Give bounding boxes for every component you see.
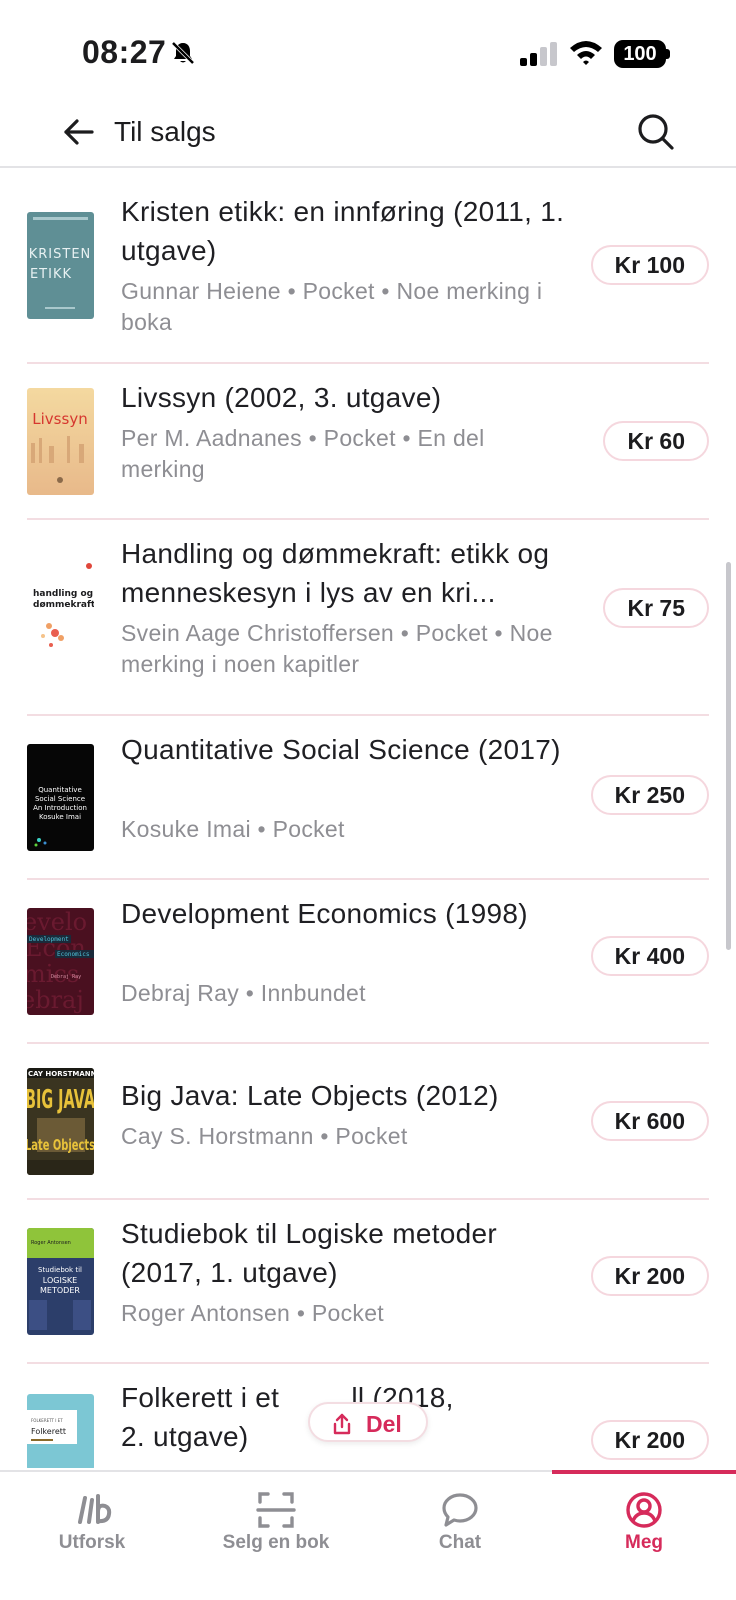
svg-text:Social Science: Social Science [35, 795, 85, 803]
svg-text:dømmekraft: dømmekraft [33, 600, 94, 610]
svg-text:Kosuke Imai: Kosuke Imai [39, 813, 81, 821]
share-icon [333, 1413, 351, 1435]
scrollbar[interactable] [726, 562, 731, 950]
book-title: Studiebok til Logiske metoder (2017, 1. … [121, 1218, 498, 1288]
book-cover: Roger Antonsen Studiebok til LOGISKE MET… [27, 1228, 94, 1335]
book-cover: FOLKERETT I ET Folkerett [27, 1394, 94, 1468]
svg-text:LOGISKE: LOGISKE [43, 1276, 77, 1285]
tab-label: Utforsk [58, 1532, 126, 1553]
svg-text:KRISTEN: KRISTEN [29, 247, 92, 262]
price-badge: Kr 200 [590, 1256, 709, 1296]
svg-text:METODER: METODER [40, 1286, 80, 1295]
svg-text:BIG JAVA: BIG JAVA [27, 1085, 94, 1115]
list-item[interactable]: evelo Econ mics ebraj Development Econom… [0, 880, 736, 1044]
price-badge: Kr 250 [590, 775, 709, 815]
price-badge: Kr 600 [590, 1101, 709, 1141]
price-badge: Kr 400 [590, 936, 709, 976]
svg-text:CAY HORSTMANN: CAY HORSTMANN [28, 1070, 94, 1078]
battery-icon: 100 [614, 40, 670, 68]
signal-icon [520, 42, 557, 66]
svg-text:ETIKK: ETIKK [30, 267, 72, 282]
share-label: Del [366, 1411, 402, 1437]
tab-selg-en-bok[interactable]: Selg en bok [184, 1472, 368, 1600]
svg-text:Livssyn: Livssyn [32, 410, 87, 428]
book-meta: Roger Antonsen • Pocket [121, 1300, 384, 1326]
profile-icon [626, 1492, 662, 1528]
list-item[interactable]: Roger Antonsen Studiebok til LOGISKE MET… [0, 1200, 736, 1364]
back-arrow-icon[interactable] [62, 114, 98, 150]
list-item[interactable]: Quantitative Social Science An Introduct… [0, 716, 736, 880]
book-meta: Cay S. Horstmann • Pocket [121, 1123, 408, 1149]
tab-utforsk[interactable]: Utforsk [0, 1472, 184, 1600]
book-cover: evelo Econ mics ebraj Development Econom… [27, 908, 94, 1015]
svg-text:Studiebok til: Studiebok til [38, 1266, 82, 1274]
svg-text:FOLKERETT I ET: FOLKERETT I ET [31, 1418, 63, 1423]
book-meta: Svein Aage Christoffersen • Pocket • Noe… [121, 620, 553, 677]
price-badge: Kr 100 [590, 245, 709, 285]
price-badge: Kr 200 [590, 1420, 709, 1460]
book-title: Kristen etikk: en innføring (2011, 1. ut… [121, 196, 565, 266]
svg-text:Development: Development [29, 936, 69, 943]
price-badge: Kr 75 [603, 588, 709, 628]
svg-text:Late Objects: Late Objects [27, 1136, 94, 1154]
active-tab-indicator [552, 1470, 736, 1474]
tab-label: Selg en bok [222, 1532, 330, 1553]
svg-text:Quantitative: Quantitative [38, 786, 82, 794]
search-icon[interactable] [636, 112, 676, 152]
book-meta: Per M. Aadnanes • Pocket • En del merkin… [121, 425, 485, 482]
chat-icon [442, 1493, 478, 1527]
book-cover: KRISTEN ETIKK [27, 212, 94, 319]
book-title: Livssyn (2002, 3. utgave) [121, 382, 442, 413]
svg-text:evelo: evelo [27, 908, 87, 936]
status-bar: 08:27 100 [0, 0, 736, 100]
svg-text:Folkerett: Folkerett [31, 1427, 66, 1436]
book-cover: handling og dømmekraft [27, 560, 94, 667]
book-title: Quantitative Social Science (2017) [121, 734, 561, 765]
scan-icon [256, 1492, 296, 1528]
book-cover: Quantitative Social Science An Introduct… [27, 744, 94, 851]
bell-muted-icon [171, 41, 195, 65]
svg-text:handling og: handling og [33, 589, 93, 599]
book-title: Big Java: Late Objects (2012) [121, 1080, 499, 1111]
explore-icon [78, 1494, 112, 1524]
book-title: Handling og dømmekraft: etikk og mennesk… [121, 538, 550, 608]
wifi-icon [570, 41, 602, 65]
tab-meg[interactable]: Meg [552, 1470, 736, 1600]
app-header: Til salgs [0, 100, 736, 168]
tab-label: Chat [438, 1532, 482, 1553]
list-item[interactable]: CAY HORSTMANN BIG JAVA Late Objects Big … [0, 1044, 736, 1200]
book-meta: Kosuke Imai • Pocket [121, 816, 345, 842]
svg-text:Economics: Economics [57, 951, 90, 958]
page-title: Til salgs [114, 116, 216, 147]
price-badge: Kr 60 [603, 421, 709, 461]
book-cover: Livssyn [27, 388, 94, 495]
tab-bar: Utforsk Selg en bok Chat Meg [0, 1470, 736, 1600]
list-item[interactable]: handling og dømmekraft Handling og dømme… [0, 520, 736, 716]
battery-level: 100 [614, 40, 666, 68]
book-title: Development Economics (1998) [121, 898, 528, 929]
tab-chat[interactable]: Chat [368, 1472, 552, 1600]
book-meta: Gunnar Heiene • Pocket • Noe merking i b… [121, 278, 543, 335]
tab-label: Meg [625, 1532, 663, 1553]
book-cover: CAY HORSTMANN BIG JAVA Late Objects [27, 1068, 94, 1175]
list-item[interactable]: Livssyn Livssyn (2002, 3. utgave) Per M.… [0, 364, 736, 520]
status-time: 08:27 [82, 34, 167, 70]
svg-text:An Introduction: An Introduction [33, 804, 87, 812]
list-item[interactable]: KRISTEN ETIKK Kristen etikk: en innførin… [0, 170, 736, 364]
share-button[interactable]: Del [308, 1402, 428, 1442]
svg-text:ebraj: ebraj [27, 986, 84, 1014]
svg-text:Debraj Ray: Debraj Ray [51, 974, 81, 980]
book-meta: Debraj Ray • Innbundet [121, 980, 366, 1006]
svg-text:Roger Antonsen: Roger Antonsen [31, 1240, 71, 1246]
